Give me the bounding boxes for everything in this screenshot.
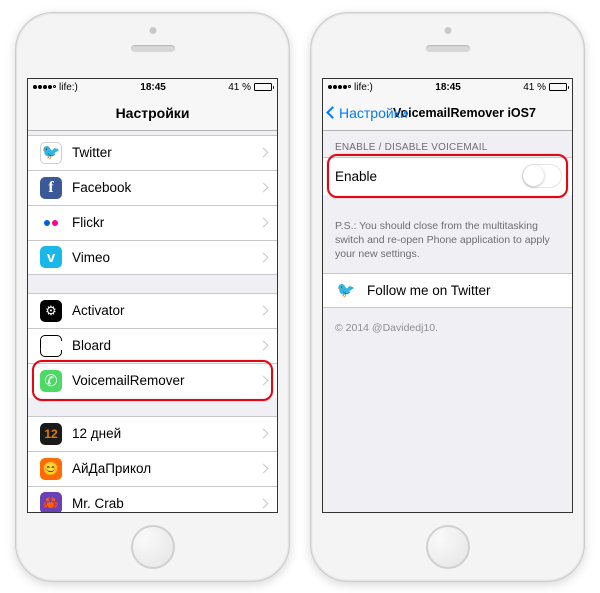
copyright-label: © 2014 @Davidedj10.	[323, 308, 572, 348]
clock-label: 18:45	[435, 82, 461, 93]
settings-list[interactable]: 🐦 Twitter f Facebook Flickr v Vimeo ⚙︎ Activator…	[28, 131, 277, 512]
status-bar: life:) 18:45 41 %	[28, 79, 277, 96]
chevron-right-icon	[259, 148, 269, 158]
settings-row-twitter[interactable]: 🐦 Twitter	[28, 135, 277, 170]
ps-note: P.S.: You should close from the multitas…	[323, 213, 572, 264]
section-header: ENABLE / DISABLE VOICEMAIL	[323, 137, 572, 157]
row-label: Activator	[72, 303, 260, 318]
clock-label: 18:45	[140, 82, 166, 93]
aida-icon: 😊	[40, 458, 62, 480]
speaker-slot	[131, 45, 175, 52]
settings-row-activator[interactable]: ⚙︎ Activator	[28, 293, 277, 328]
chevron-right-icon	[259, 341, 269, 351]
row-label: Twitter	[72, 145, 260, 160]
screen-right: life:) 18:45 41 % Настройки VoicemailRem…	[322, 78, 573, 513]
vimeo-icon: v	[40, 246, 62, 268]
chevron-right-icon	[259, 429, 269, 439]
chevron-right-icon	[259, 218, 269, 228]
flickr-icon	[40, 212, 62, 234]
battery-pct-label: 41 %	[228, 82, 251, 93]
home-button[interactable]	[131, 525, 175, 569]
settings-row-bloard[interactable]: BLOARD Bloard	[28, 328, 277, 363]
back-label: Настройки	[339, 105, 408, 121]
screen-left: life:) 18:45 41 % Настройки 🐦 Twitter f Fac…	[27, 78, 278, 513]
camera-dot	[149, 27, 156, 34]
twitter-icon: 🐦	[335, 280, 357, 302]
twitter-icon: 🐦	[40, 142, 62, 164]
enable-row[interactable]: Enable	[323, 157, 572, 195]
carrier-label: life:)	[354, 82, 373, 93]
settings-row-flickr[interactable]: Flickr	[28, 205, 277, 240]
row-label: VoicemailRemover	[72, 373, 260, 388]
vmr-icon: ✆	[40, 370, 62, 392]
chevron-right-icon	[259, 376, 269, 386]
signal-dots-icon	[33, 85, 56, 89]
row-label: Vimeo	[72, 250, 260, 265]
enable-label: Enable	[335, 169, 522, 184]
battery-pct-label: 41 %	[523, 82, 546, 93]
chevron-right-icon	[259, 306, 269, 316]
crab-icon: 🦀	[40, 492, 62, 512]
detail-pane: ENABLE / DISABLE VOICEMAIL Enable P.S.: …	[323, 131, 572, 512]
iphone-right: life:) 18:45 41 % Настройки VoicemailRem…	[310, 12, 585, 582]
settings-row-vmr[interactable]: ✆ VoicemailRemover	[28, 363, 277, 398]
follow-label: Follow me on Twitter	[367, 283, 562, 298]
battery-icon	[549, 83, 567, 91]
nav-bar: Настройки	[28, 96, 277, 131]
settings-row-vimeo[interactable]: v Vimeo	[28, 240, 277, 275]
settings-row-crab[interactable]: 🦀 Mr. Crab	[28, 486, 277, 512]
page-title: Настройки	[116, 105, 190, 121]
facebook-icon: f	[40, 177, 62, 199]
chevron-right-icon	[259, 464, 269, 474]
settings-row-facebook[interactable]: f Facebook	[28, 170, 277, 205]
nav-bar: Настройки VoicemailRemover iOS7	[323, 96, 572, 131]
bloard-icon: BLOARD	[40, 335, 62, 357]
chevron-right-icon	[259, 183, 269, 193]
page-title: VoicemailRemover iOS7	[393, 106, 536, 120]
home-button[interactable]	[426, 525, 470, 569]
activator-icon: ⚙︎	[40, 300, 62, 322]
iphone-left: life:) 18:45 41 % Настройки 🐦 Twitter f Fac…	[15, 12, 290, 582]
row-label: АйДаПрикол	[72, 461, 260, 476]
settings-row-aida[interactable]: 😊 АйДаПрикол	[28, 451, 277, 486]
battery-icon	[254, 83, 272, 91]
status-bar: life:) 18:45 41 %	[323, 79, 572, 96]
signal-dots-icon	[328, 85, 351, 89]
back-button[interactable]: Настройки	[328, 96, 408, 130]
chevron-right-icon	[259, 252, 269, 262]
speaker-slot	[426, 45, 470, 52]
settings-row-12days[interactable]: 12 12 дней	[28, 416, 277, 451]
camera-dot	[444, 27, 451, 34]
chevron-right-icon	[259, 498, 269, 508]
row-label: 12 дней	[72, 426, 260, 441]
follow-twitter-row[interactable]: 🐦 Follow me on Twitter	[323, 273, 572, 308]
row-label: Bloard	[72, 338, 260, 353]
chevron-left-icon	[326, 106, 339, 119]
row-label: Facebook	[72, 180, 260, 195]
carrier-label: life:)	[59, 82, 78, 93]
row-label: Flickr	[72, 215, 260, 230]
row-label: Mr. Crab	[72, 496, 260, 511]
12days-icon: 12	[40, 423, 62, 445]
enable-toggle[interactable]	[522, 164, 562, 188]
